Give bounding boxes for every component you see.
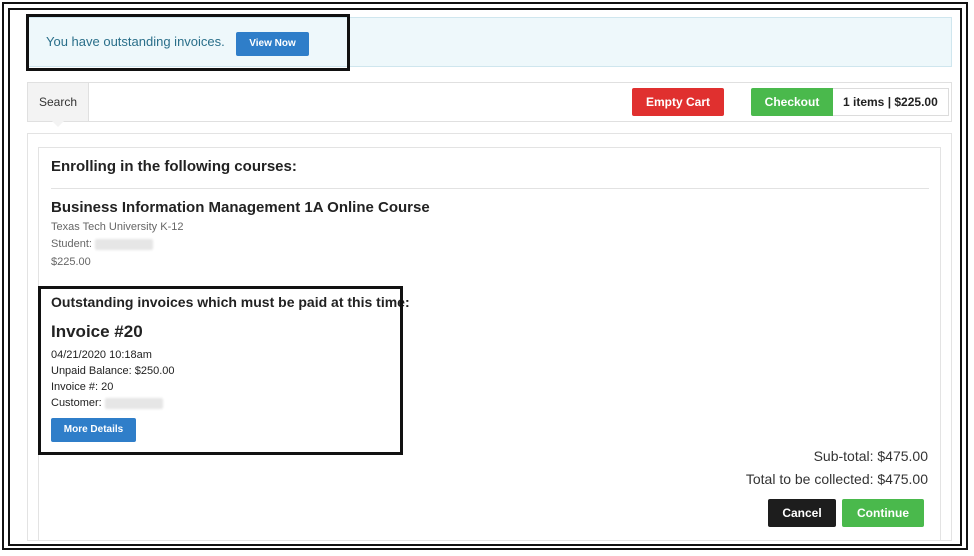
customer-name-redacted	[104, 397, 163, 409]
more-details-button[interactable]: More Details	[51, 418, 136, 442]
course-price: $225.00	[51, 256, 91, 268]
checkout-group: Checkout 1 items | $225.00	[751, 88, 949, 116]
customer-label: Customer:	[51, 397, 102, 409]
invoice-number: Invoice #: 20	[51, 381, 114, 393]
student-name-redacted	[94, 238, 153, 250]
outstanding-invoices-heading: Outstanding invoices which must be paid …	[51, 294, 410, 310]
student-label: Student:	[51, 238, 92, 250]
course-provider: Texas Tech University K-12	[51, 221, 184, 233]
continue-button[interactable]: Continue	[842, 499, 924, 527]
divider	[51, 188, 929, 189]
subtotal: Sub-total: $475.00	[813, 448, 928, 464]
enrolling-heading: Enrolling in the following courses:	[51, 158, 297, 175]
total-to-collect: Total to be collected: $475.00	[745, 471, 928, 487]
invoice-unpaid-balance: Unpaid Balance: $250.00	[51, 365, 175, 377]
course-student: Student:	[51, 238, 153, 250]
invoice-date: 04/21/2020 10:18am	[51, 349, 152, 361]
invoice-customer: Customer:	[51, 397, 163, 409]
tab-search[interactable]: Search	[28, 83, 89, 127]
alert-message: You have outstanding invoices.	[46, 34, 225, 49]
empty-cart-button[interactable]: Empty Cart	[632, 88, 724, 116]
course-title: Business Information Management 1A Onlin…	[51, 199, 430, 216]
cart-summary: 1 items | $225.00	[833, 88, 949, 116]
invoice-title: Invoice #20	[51, 322, 143, 341]
view-now-button[interactable]: View Now	[236, 32, 309, 56]
cart-toolbar: Search Empty Cart Checkout 1 items | $22…	[27, 82, 952, 127]
checkout-button[interactable]: Checkout	[751, 88, 833, 116]
cancel-button[interactable]: Cancel	[768, 499, 836, 527]
outstanding-invoices-alert: You have outstanding invoices. View Now	[27, 17, 952, 67]
